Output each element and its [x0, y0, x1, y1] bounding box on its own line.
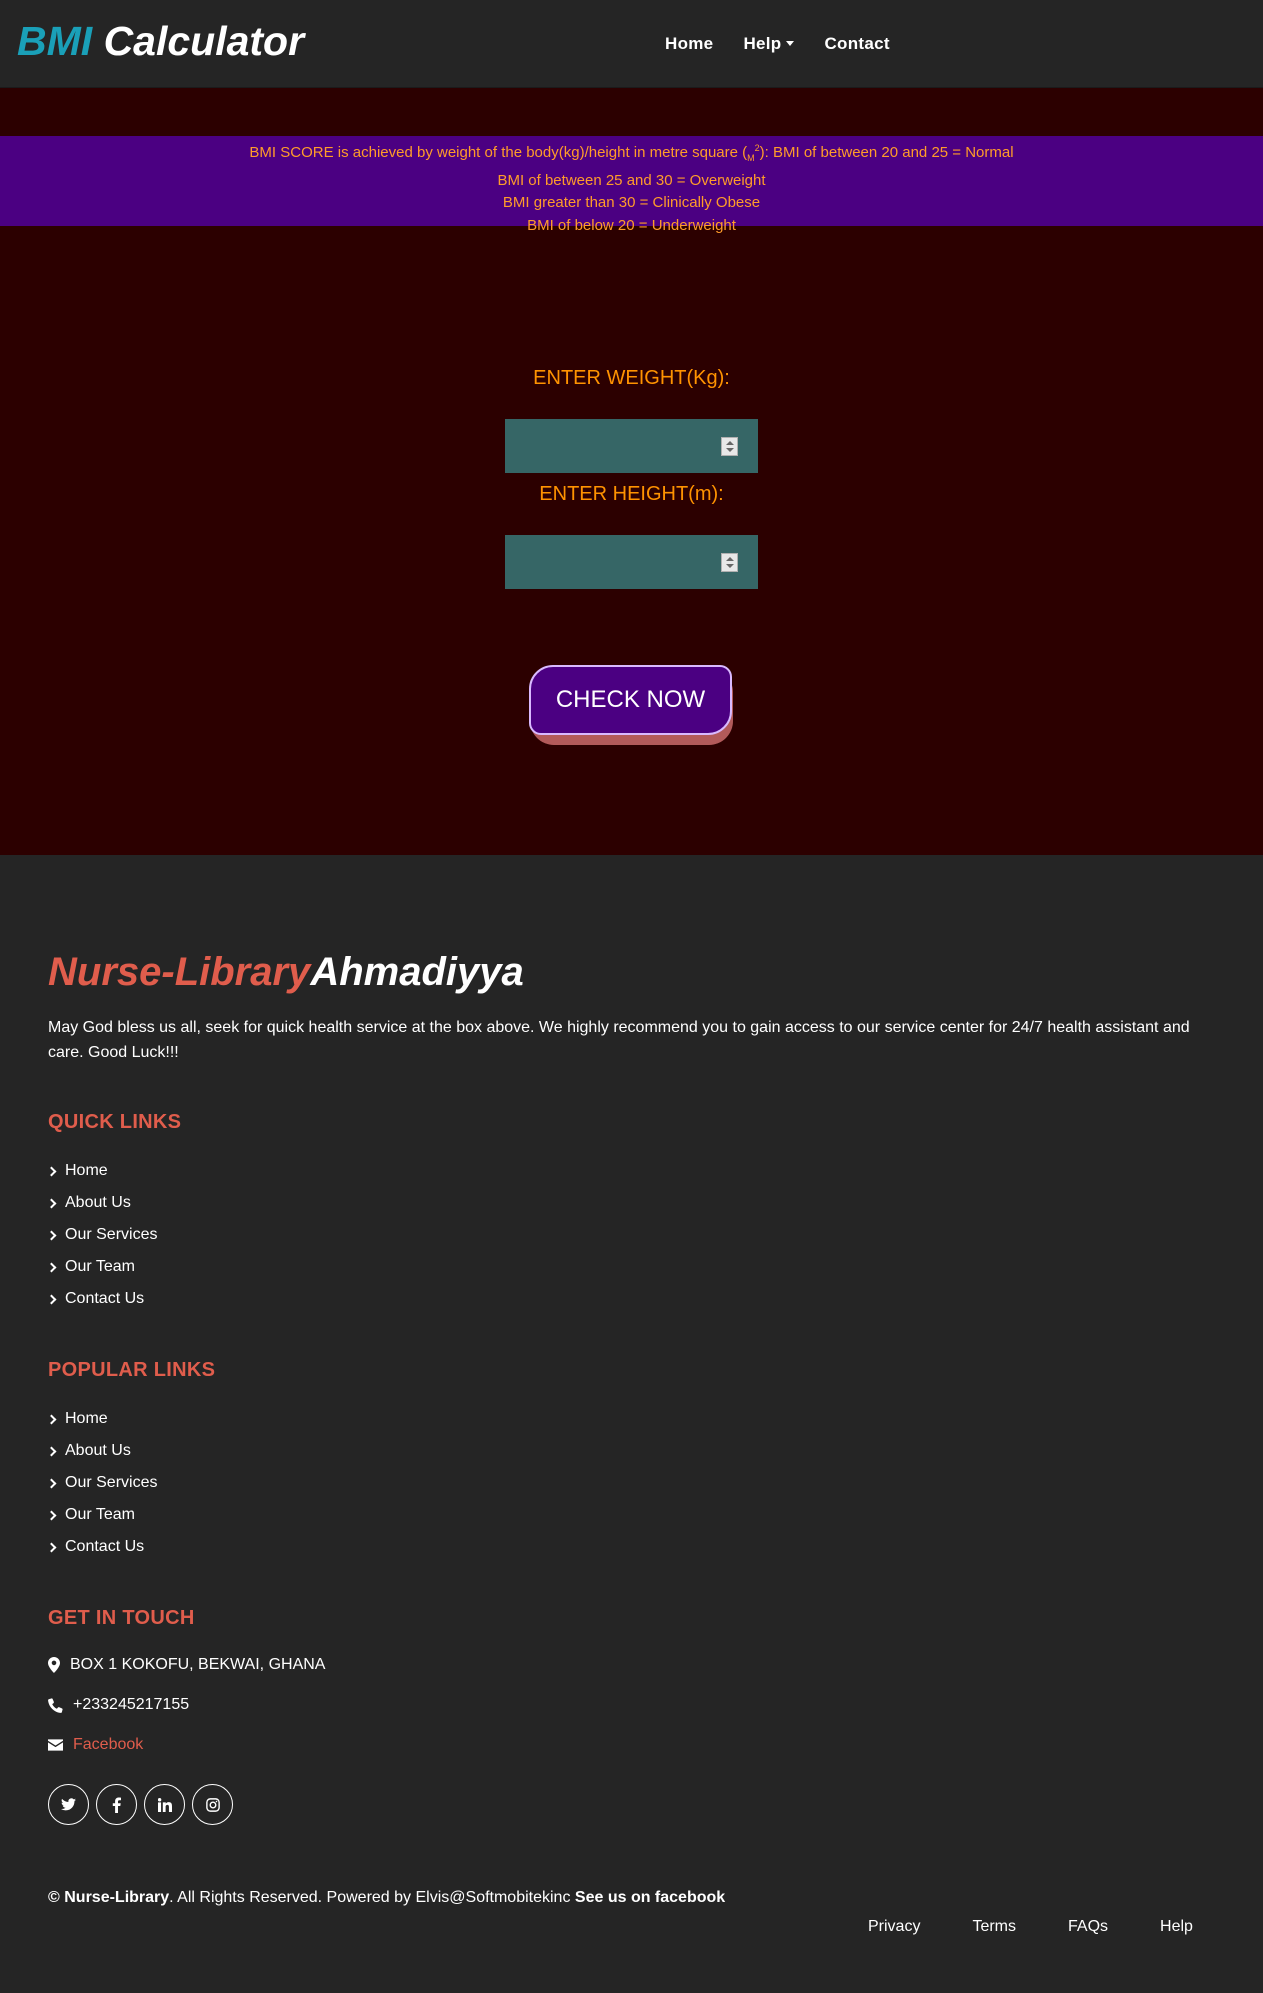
- contact-address: BOX 1 KOKOFU, BEKWAI, GHANA: [48, 1656, 325, 1674]
- nav-home-link[interactable]: Home: [665, 34, 713, 54]
- terms-link[interactable]: Terms: [972, 1918, 1016, 1936]
- popular-link-team[interactable]: Our Team: [46, 1499, 157, 1531]
- chevron-right-icon: [46, 1446, 57, 1456]
- nav-help-label: Help: [743, 34, 782, 53]
- height-spinner[interactable]: [721, 553, 738, 572]
- brand-logo[interactable]: BMI Calculator: [17, 18, 304, 65]
- quick-link-contact[interactable]: Contact Us: [46, 1283, 157, 1315]
- nav-contact-label: Contact: [824, 34, 890, 53]
- footer-brand-nurse-library: Nurse-Library: [48, 950, 311, 994]
- info-line-2: BMI of between 25 and 30 = Overweight: [497, 171, 766, 189]
- chevron-right-icon: [46, 1294, 57, 1304]
- weight-spinner[interactable]: [721, 437, 738, 456]
- social-icons: [48, 1784, 233, 1825]
- popular-link-home[interactable]: Home: [46, 1403, 157, 1435]
- contact-email[interactable]: Facebook: [48, 1736, 143, 1754]
- chevron-right-icon: [46, 1414, 57, 1424]
- chevron-right-icon: [46, 1478, 57, 1488]
- popular-link-contact[interactable]: Contact Us: [46, 1531, 157, 1563]
- height-input[interactable]: [505, 535, 758, 589]
- brand-bmi: BMI: [17, 18, 93, 64]
- quick-links-title: QUICK LINKS: [48, 1111, 182, 1133]
- popular-links-title: POPULAR LINKS: [48, 1359, 216, 1381]
- chevron-right-icon: [46, 1198, 57, 1208]
- phone-text: +233245217155: [73, 1696, 190, 1713]
- quick-link-about[interactable]: About Us: [46, 1187, 157, 1219]
- instagram-icon[interactable]: [192, 1784, 233, 1825]
- weight-input[interactable]: [505, 419, 758, 473]
- quick-link-team[interactable]: Our Team: [46, 1251, 157, 1283]
- help-link[interactable]: Help: [1160, 1918, 1193, 1936]
- nav-home-label: Home: [665, 34, 714, 53]
- bmi-info-banner: BMI SCORE is achieved by weight of the b…: [0, 136, 1263, 234]
- envelope-icon: [48, 1739, 63, 1751]
- check-now-button[interactable]: CHECK NOW: [529, 665, 732, 735]
- nav-links: Home Help Contact: [665, 34, 920, 54]
- get-in-touch-title: GET IN TOUCH: [48, 1607, 195, 1629]
- copyright: © Nurse-Library. All Rights Reserved. Po…: [48, 1889, 725, 1907]
- see-us-facebook-link[interactable]: See us on facebook: [575, 1889, 725, 1906]
- brand-calculator: Calculator: [103, 18, 305, 64]
- map-marker-icon: [48, 1657, 60, 1673]
- info-line-1: BMI SCORE is achieved by weight of the b…: [249, 143, 1014, 163]
- popular-links-list: Home About Us Our Services Our Team Cont…: [46, 1403, 157, 1563]
- bmi-section: BMI SCORE is achieved by weight of the b…: [0, 88, 1263, 855]
- quick-links-list: Home About Us Our Services Our Team Cont…: [46, 1155, 157, 1315]
- copyright-brand: © Nurse-Library: [48, 1889, 170, 1906]
- footer-brand-ahmadiyya: Ahmadiyya: [310, 950, 524, 994]
- chevron-right-icon: [46, 1510, 57, 1520]
- contact-phone[interactable]: +233245217155: [48, 1696, 189, 1714]
- facebook-icon[interactable]: [96, 1784, 137, 1825]
- twitter-icon[interactable]: [48, 1784, 89, 1825]
- chevron-right-icon: [46, 1542, 57, 1552]
- footer-bottom-links: Privacy Terms FAQs Help: [868, 1918, 1245, 1936]
- popular-link-about[interactable]: About Us: [46, 1435, 157, 1467]
- footer-description: May God bless us all, seek for quick hea…: [48, 1019, 1190, 1061]
- nav-help-dropdown[interactable]: Help: [743, 34, 795, 54]
- info-line-3: BMI greater than 30 = Clinically Obese: [502, 194, 761, 211]
- facebook-link[interactable]: Facebook: [73, 1736, 143, 1754]
- privacy-link[interactable]: Privacy: [868, 1918, 920, 1936]
- chevron-right-icon: [46, 1262, 57, 1272]
- chevron-right-icon: [46, 1166, 57, 1176]
- chevron-right-icon: [46, 1230, 57, 1240]
- copyright-text: . All Rights Reserved. Powered by Elvis@…: [169, 1889, 575, 1906]
- nav-contact-link[interactable]: Contact: [824, 34, 889, 54]
- phone-icon: [48, 1697, 63, 1713]
- weight-label: ENTER WEIGHT(Kg):: [533, 367, 730, 389]
- height-label: ENTER HEIGHT(m):: [539, 483, 724, 505]
- footer-brand: Nurse-LibraryAhmadiyya: [48, 950, 524, 995]
- linkedin-icon[interactable]: [144, 1784, 185, 1825]
- info-line-4: BMI of below 20 = Underweight: [527, 216, 736, 234]
- quick-link-services[interactable]: Our Services: [46, 1219, 157, 1251]
- address-text: BOX 1 KOKOFU, BEKWAI, GHANA: [70, 1656, 326, 1673]
- popular-link-services[interactable]: Our Services: [46, 1467, 157, 1499]
- faqs-link[interactable]: FAQs: [1068, 1918, 1108, 1936]
- navbar: BMI Calculator Home Help Contact: [0, 0, 1263, 88]
- caret-down-icon: [786, 40, 795, 46]
- quick-link-home[interactable]: Home: [46, 1155, 157, 1187]
